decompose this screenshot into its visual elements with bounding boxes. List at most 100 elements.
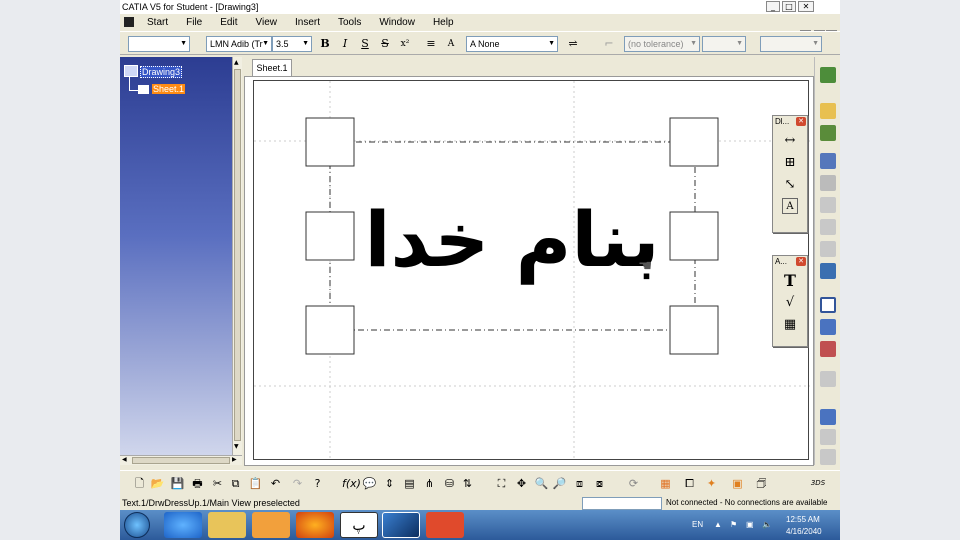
workbench-icon[interactable] [820, 67, 836, 83]
anchor-point-icon[interactable]: A [442, 36, 460, 52]
print-icon[interactable]: 🖶 [190, 476, 205, 491]
style-combo[interactable]: ▼ [128, 36, 190, 52]
cut-icon[interactable]: ✂ [210, 476, 225, 491]
hscroll-thumb[interactable] [132, 457, 230, 464]
whats-this-icon[interactable]: ? [310, 476, 325, 491]
tolerance-icon[interactable]: ⌐ [600, 36, 618, 52]
multi-view-icon[interactable]: ⧇ [592, 476, 607, 491]
arc-icon[interactable] [820, 409, 836, 425]
table-tool-icon[interactable]: ▤ [402, 476, 417, 491]
flag-icon[interactable]: ⚑ [730, 520, 737, 529]
tree-horizontal-scrollbar[interactable]: ◀ ▶ [120, 455, 242, 465]
selection-handle-tr[interactable] [669, 117, 719, 167]
analysis-icon[interactable]: ⇅ [460, 476, 475, 491]
tolerance-combo[interactable]: (no tolerance) ▼ [624, 36, 700, 52]
dimensions-icon[interactable]: ↔ [780, 132, 800, 150]
drawing-icon[interactable] [124, 65, 138, 77]
scroll-thumb[interactable] [234, 69, 241, 441]
clock-date[interactable]: 4/16/2040 [786, 527, 822, 536]
media-player-icon[interactable] [252, 512, 290, 538]
measure-icon[interactable]: ⇕ [382, 476, 397, 491]
underline-button[interactable]: S [356, 36, 374, 52]
format-combo[interactable]: ▼ [760, 36, 822, 52]
strikethrough-button[interactable]: S [376, 36, 394, 52]
table-icon[interactable]: ▦ [780, 316, 800, 334]
tree-vertical-scrollbar[interactable]: ▲ ▼ [232, 57, 242, 455]
document-icon[interactable] [124, 17, 134, 27]
catalog-icon[interactable]: ⛁ [442, 476, 457, 491]
bold-button[interactable]: B [316, 36, 334, 52]
text-frame-icon[interactable]: A [782, 198, 798, 214]
command-input[interactable] [582, 497, 662, 510]
clock-time[interactable]: 12:55 AM [786, 515, 820, 524]
minimize-button[interactable]: _ [766, 1, 780, 12]
file-explorer-icon[interactable] [208, 512, 246, 538]
persian-app-icon[interactable]: پ [340, 512, 378, 538]
tab-sheet-1[interactable]: Sheet.1 [252, 59, 292, 77]
view-frame-icon[interactable]: ▣ [730, 476, 745, 491]
insert-symbol-icon[interactable]: ⇌ [564, 36, 582, 52]
scroll-right-icon[interactable]: ▶ [232, 456, 237, 463]
firefox-icon[interactable] [296, 512, 334, 538]
precision-combo[interactable]: ▼ [702, 36, 746, 52]
drawing-sheet[interactable]: بنام خدا ☚ [253, 80, 810, 461]
menu-tools[interactable]: Tools [329, 17, 370, 28]
tree-node-sheet[interactable]: Sheet.1 [152, 84, 186, 94]
knowledge-icon[interactable]: 💬 [362, 476, 377, 491]
scroll-down-icon[interactable]: ▼ [234, 443, 239, 450]
tray-expand-icon[interactable]: ▲ [714, 520, 722, 529]
selection-handle-mr[interactable] [669, 211, 719, 261]
mirror-icon[interactable] [820, 429, 836, 445]
palette-header[interactable]: Dl... ✕ [773, 116, 807, 128]
save-icon[interactable]: 💾 [170, 476, 185, 491]
zoom-out-icon[interactable]: 🔎 [552, 476, 567, 491]
zoom-in-icon[interactable]: 🔍 [534, 476, 549, 491]
dimension-edit-icon[interactable]: ⤡ [780, 176, 800, 194]
maximize-button[interactable]: □ [782, 1, 796, 12]
dress-up-icon[interactable] [820, 341, 836, 357]
menu-help[interactable]: Help [424, 17, 463, 28]
selection-handle-bl[interactable] [305, 305, 355, 355]
selection-handle-ml[interactable] [305, 211, 355, 261]
palette-close-icon[interactable]: ✕ [796, 117, 806, 126]
menu-start[interactable]: Start [138, 17, 177, 28]
sections-icon[interactable] [820, 197, 836, 213]
redo-icon[interactable]: ↷ [290, 476, 305, 491]
volume-icon[interactable]: 🔈 [762, 520, 772, 529]
selection-handle-br[interactable] [669, 305, 719, 355]
superscript-button[interactable]: x² [396, 36, 414, 52]
palette-close-icon[interactable]: ✕ [796, 257, 806, 266]
menu-edit[interactable]: Edit [211, 17, 246, 28]
language-indicator[interactable]: EN [692, 520, 703, 529]
clippings-icon[interactable] [820, 241, 836, 257]
select-icon[interactable] [820, 103, 836, 119]
menu-insert[interactable]: Insert [286, 17, 329, 28]
internet-explorer-icon[interactable] [164, 512, 202, 538]
sheets-icon[interactable] [820, 263, 836, 279]
copy-icon[interactable]: ⧉ [228, 476, 243, 491]
italic-button[interactable]: I [336, 36, 354, 52]
tolerancing-icon[interactable]: ⊞ [780, 154, 800, 172]
rectangle-icon[interactable] [820, 297, 836, 313]
new-icon[interactable]: 🗋 [132, 476, 147, 491]
grid-snap-icon[interactable]: ▦ [658, 476, 673, 491]
views-icon[interactable] [820, 153, 836, 169]
paste-icon[interactable]: 📋 [248, 476, 263, 491]
justification-icon[interactable]: ≡ [422, 36, 440, 52]
close-button[interactable]: ✕ [798, 1, 814, 12]
axis-icon[interactable] [820, 371, 836, 387]
start-orb-icon[interactable] [124, 512, 150, 538]
tree-node-drawing[interactable]: Drawing3 [140, 66, 183, 78]
menu-file[interactable]: File [177, 17, 211, 28]
update-icon[interactable] [820, 125, 836, 141]
network-icon[interactable]: ▣ [746, 520, 754, 529]
refresh-icon[interactable]: ⟳ [626, 476, 641, 491]
menu-view[interactable]: View [246, 17, 286, 28]
frame-combo[interactable]: A None ▼ [466, 36, 558, 52]
sketch-icon[interactable]: ⧠ [682, 476, 697, 491]
font-name-combo[interactable]: LMN Adib (Tr ▼ [206, 36, 272, 52]
projections-icon[interactable] [820, 175, 836, 191]
arabic-text-annotation[interactable]: بنام خدا [365, 195, 660, 284]
normal-view-icon[interactable]: ⧈ [572, 476, 587, 491]
hierarchy-icon[interactable]: ⋔ [422, 476, 437, 491]
